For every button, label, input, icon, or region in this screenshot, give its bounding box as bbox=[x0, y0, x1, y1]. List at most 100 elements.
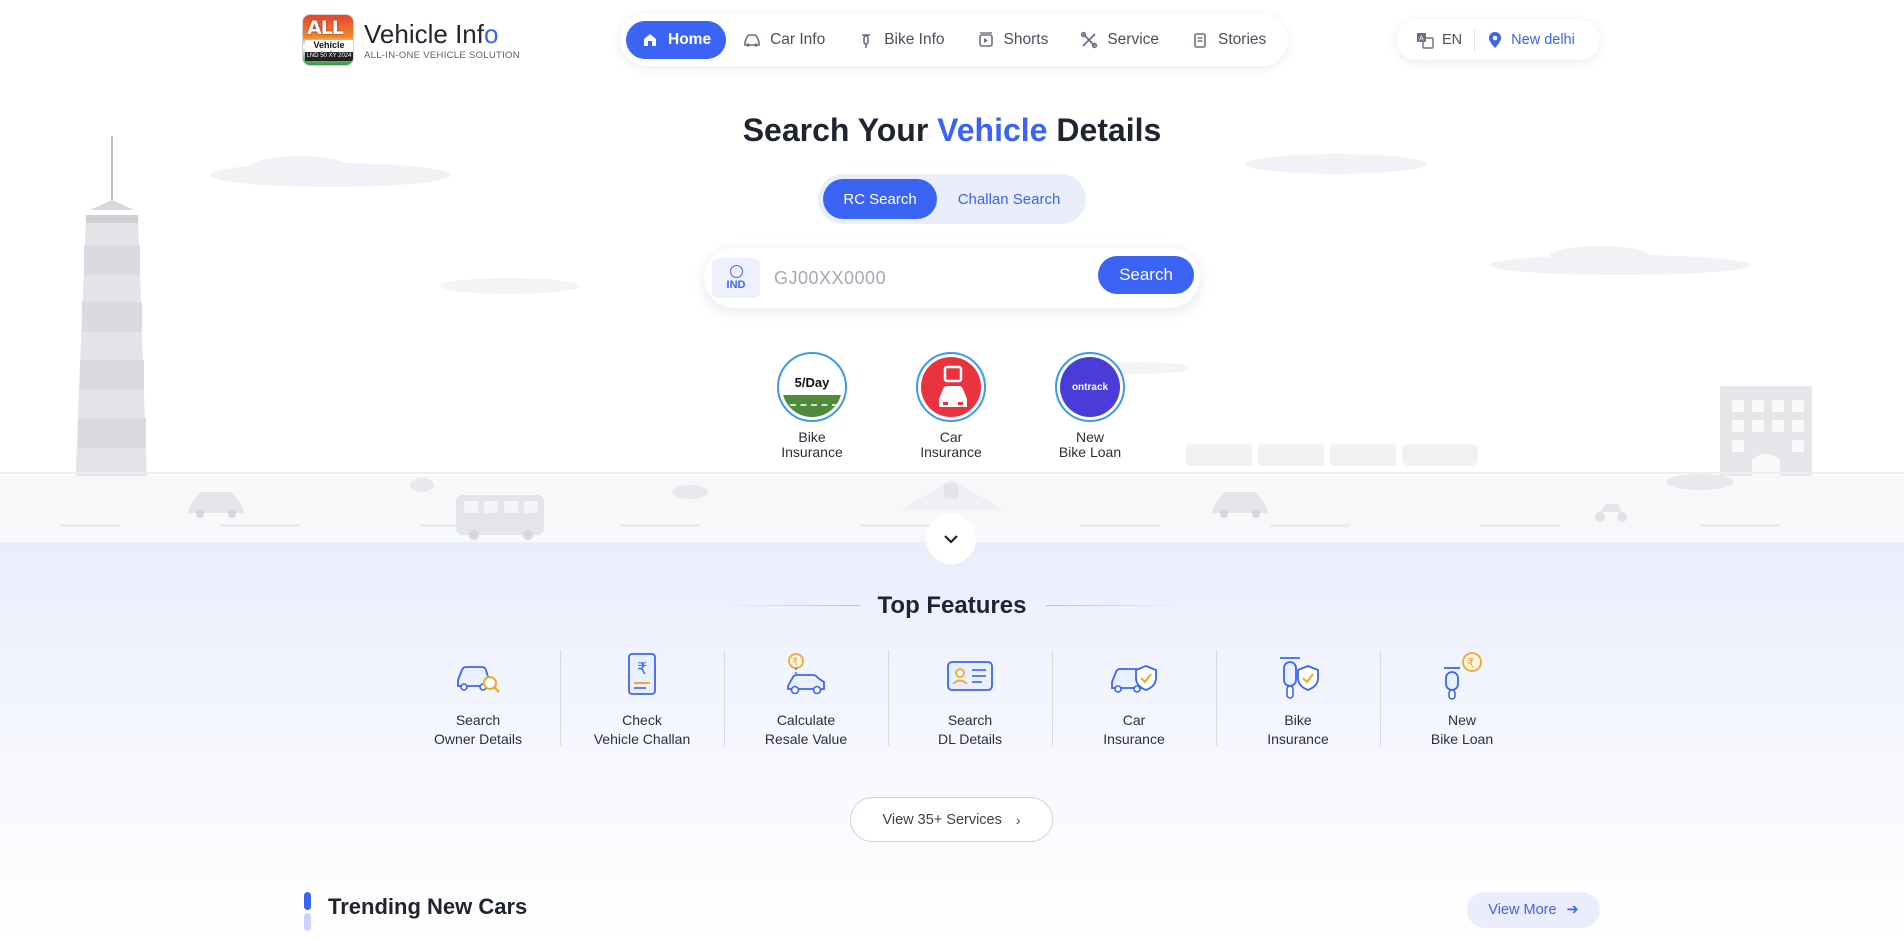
feature-line1: Search bbox=[947, 712, 993, 728]
feature-search-dl-details[interactable]: Search DL Details bbox=[888, 650, 1052, 754]
nav-item-stories[interactable]: Stories bbox=[1176, 21, 1281, 59]
language-label: EN bbox=[1442, 32, 1463, 48]
chevron-down-icon bbox=[944, 535, 958, 544]
quick-link-label: New Bike Loan bbox=[1035, 430, 1145, 460]
bike-icon bbox=[862, 34, 871, 48]
feature-line1: New bbox=[1447, 712, 1476, 728]
brand-name-accent: o bbox=[483, 18, 499, 49]
country-badge: IND bbox=[712, 258, 760, 298]
divider bbox=[1046, 605, 1186, 606]
registration-number-input[interactable] bbox=[774, 267, 1104, 289]
badge-text: ontrack bbox=[1071, 382, 1109, 393]
ontrack-badge: ontrack bbox=[1060, 357, 1120, 417]
quick-link-line2: Insurance bbox=[781, 444, 843, 460]
feature-line2: Insurance bbox=[1103, 731, 1165, 747]
brand-logo-link[interactable]: ALL Vehicle Info LND 50 XY 2024 Vehicle … bbox=[302, 14, 520, 66]
feature-calculate-resale-value[interactable]: ₹ Calculate Resale Value bbox=[724, 650, 888, 754]
quick-link-label: Bike Insurance bbox=[757, 430, 867, 460]
translate-icon: A bbox=[1417, 33, 1434, 49]
top-features-section: Top Features Search Owner Details ₹ Check… bbox=[0, 542, 1904, 942]
nav-item-bike-info[interactable]: Bike Info bbox=[842, 21, 959, 59]
feature-line2: Bike Loan bbox=[1430, 731, 1494, 747]
bike-insurance-icon bbox=[1280, 657, 1319, 699]
feature-line2: Insurance bbox=[1267, 731, 1329, 747]
language-selector[interactable]: A EN bbox=[1416, 31, 1462, 49]
quick-link-line1: New bbox=[1075, 429, 1104, 445]
quick-link-new-bike-loan[interactable]: ontrack New Bike Loan bbox=[1035, 352, 1145, 460]
quick-link-line1: Bike bbox=[798, 429, 826, 445]
location-pin-icon bbox=[1489, 32, 1502, 48]
feature-label: New Bike Loan bbox=[1380, 711, 1544, 749]
feature-check-vehicle-challan[interactable]: ₹ Check Vehicle Challan bbox=[560, 650, 724, 754]
arrow-right-icon: ➔ bbox=[1566, 902, 1579, 918]
nav-item-label: Shorts bbox=[1003, 31, 1049, 48]
feature-car-insurance[interactable]: Car Insurance bbox=[1052, 650, 1216, 754]
search-button[interactable]: Search bbox=[1098, 256, 1194, 294]
section-accent-bar bbox=[304, 892, 311, 932]
feature-search-owner-details[interactable]: Search Owner Details bbox=[396, 650, 560, 754]
feature-label: Check Vehicle Challan bbox=[560, 711, 724, 749]
quick-link-line2: Insurance bbox=[920, 444, 982, 460]
location-selector[interactable]: New delhi bbox=[1487, 31, 1575, 49]
nav-item-shorts[interactable]: Shorts bbox=[962, 21, 1064, 59]
svg-text:A: A bbox=[1419, 35, 1424, 43]
challan-receipt-icon: ₹ bbox=[628, 653, 656, 695]
svg-text:₹: ₹ bbox=[1467, 656, 1475, 670]
svg-text:₹: ₹ bbox=[792, 657, 798, 668]
section-title: Top Features bbox=[877, 592, 1027, 619]
nav-item-car-info[interactable]: Car Info bbox=[728, 21, 840, 59]
hero-title-highlight: Vehicle bbox=[937, 112, 1048, 148]
view-more-button[interactable]: View More ➔ bbox=[1467, 892, 1600, 928]
nav-item-label: Stories bbox=[1218, 31, 1267, 48]
tab-rc-search[interactable]: RC Search bbox=[823, 179, 937, 219]
nav-item-label: Service bbox=[1107, 31, 1160, 48]
service-icon bbox=[1081, 31, 1098, 49]
brand-tagline: ALL-IN-ONE VEHICLE SOLUTION bbox=[364, 49, 520, 61]
car-shield-icon bbox=[939, 365, 967, 407]
car-insurance-badge bbox=[921, 357, 981, 417]
car-insurance-icon bbox=[1111, 665, 1157, 693]
quick-link-car-insurance[interactable]: Car Insurance bbox=[896, 352, 1006, 460]
hero-title: Search Your Vehicle Details bbox=[0, 112, 1904, 149]
logo-plate-text: LND 50 XY 2024 bbox=[305, 52, 353, 61]
feature-label: Car Insurance bbox=[1052, 711, 1216, 749]
badge-text: 5/Day bbox=[794, 375, 830, 390]
quick-link-badge: ontrack bbox=[1055, 352, 1125, 422]
feature-line1: Check bbox=[622, 712, 662, 728]
feature-bike-insurance[interactable]: Bike Insurance bbox=[1216, 650, 1380, 754]
feature-list: Search Owner Details ₹ Check Vehicle Chall… bbox=[396, 650, 1544, 754]
home-icon bbox=[644, 34, 656, 46]
road-graphic bbox=[782, 395, 842, 417]
location-label: New delhi bbox=[1511, 32, 1575, 48]
quick-link-badge: 5/Day bbox=[777, 352, 847, 422]
resale-value-icon: ₹ bbox=[787, 653, 825, 695]
bike-insurance-badge: 5/Day bbox=[782, 357, 842, 417]
nav-item-label: Car Info bbox=[770, 31, 826, 48]
quick-link-bike-insurance[interactable]: 5/Day Bike Insurance bbox=[757, 352, 867, 460]
feature-label: Search Owner Details bbox=[396, 711, 560, 749]
scroll-down-button[interactable] bbox=[926, 514, 976, 564]
feature-line2: Resale Value bbox=[764, 731, 848, 747]
logo-all-text: ALL bbox=[307, 17, 344, 39]
nav-item-service[interactable]: Service bbox=[1065, 21, 1174, 59]
chevron-right-icon: › bbox=[1015, 811, 1021, 828]
view-all-services-label: View 35+ Services bbox=[882, 811, 1002, 828]
nav-item-label: Bike Info bbox=[884, 31, 945, 48]
quick-link-line1: Car bbox=[939, 429, 963, 445]
shorts-icon bbox=[978, 32, 993, 47]
emblem-icon bbox=[729, 265, 743, 278]
brand-name: Vehicle Info bbox=[364, 20, 520, 48]
feature-label: Search DL Details bbox=[888, 711, 1052, 749]
feature-line2: Vehicle Challan bbox=[593, 731, 691, 747]
view-all-services-button[interactable]: View 35+ Services › bbox=[850, 797, 1053, 842]
nav-item-home[interactable]: Home bbox=[626, 21, 727, 59]
car-search-icon bbox=[457, 666, 500, 693]
nav-item-label: Home bbox=[668, 31, 712, 48]
quick-link-badge bbox=[916, 352, 986, 422]
feature-label: Calculate Resale Value bbox=[724, 711, 888, 749]
feature-new-bike-loan[interactable]: ₹ New Bike Loan bbox=[1380, 650, 1544, 754]
main-nav: Home Car Info Bike Info Shorts Service S… bbox=[620, 14, 1288, 66]
feature-line2: Owner Details bbox=[434, 731, 522, 747]
tab-challan-search[interactable]: Challan Search bbox=[937, 179, 1081, 219]
app-logo: ALL Vehicle Info LND 50 XY 2024 bbox=[302, 14, 354, 66]
